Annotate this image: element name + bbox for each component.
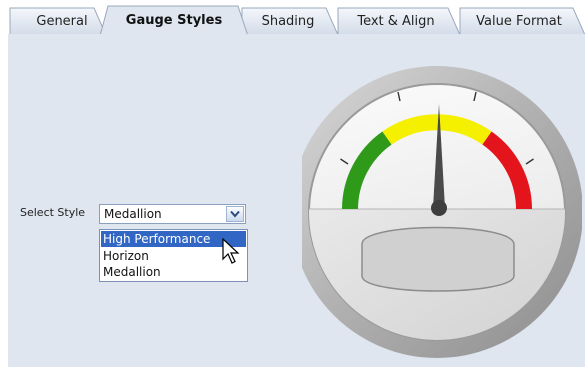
select-style-label: Select Style	[20, 206, 86, 219]
gauge-value-display	[361, 226, 515, 292]
tab-text-align[interactable]: Text & Align	[342, 13, 450, 31]
gauge-needle-hub	[431, 200, 447, 216]
chevron-down-icon[interactable]	[226, 206, 244, 222]
properties-panel: General Gauge Styles Shading Text & Alig…	[0, 0, 585, 367]
tab-bar: General Gauge Styles Shading Text & Alig…	[8, 0, 585, 36]
tab-gauge-styles[interactable]: Gauge Styles	[112, 12, 236, 30]
tab-general[interactable]: General	[22, 13, 102, 31]
gauge-preview	[302, 66, 582, 358]
tab-shading[interactable]: Shading	[248, 13, 328, 31]
tab-value-format[interactable]: Value Format	[464, 13, 574, 31]
mouse-pointer-icon	[222, 238, 240, 264]
style-select-value: Medallion	[104, 207, 162, 221]
style-select[interactable]: Medallion	[99, 204, 246, 224]
